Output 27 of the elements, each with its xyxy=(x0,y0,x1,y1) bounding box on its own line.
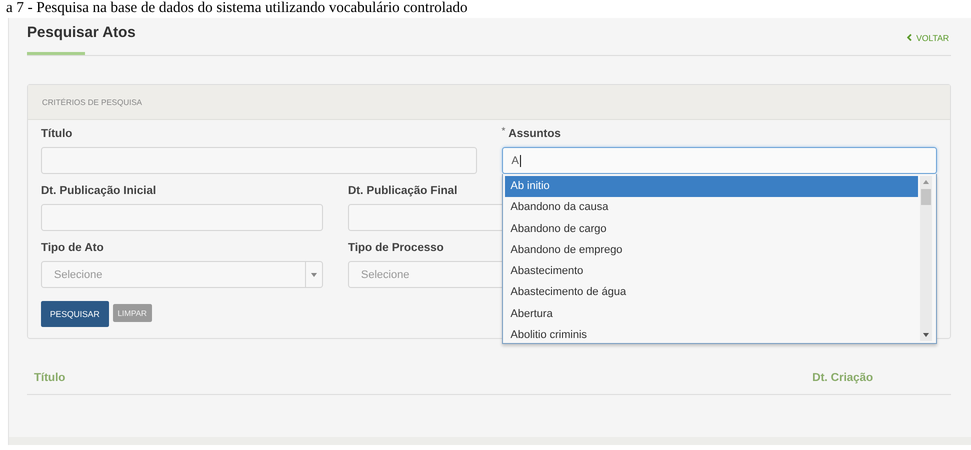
scroll-down-icon[interactable] xyxy=(923,333,929,337)
suggestion-item[interactable]: Abandono da causa xyxy=(504,197,918,219)
suggestion-item[interactable]: Abertura xyxy=(504,304,918,326)
field-label: Tipo de Ato xyxy=(41,241,104,255)
search-field[interactable]: A xyxy=(502,147,937,174)
figure-caption: a 7 - Pesquisa na base de dados do sistema utilizando vocabulário controlado xyxy=(5,0,469,16)
caret-down-icon xyxy=(311,272,317,276)
field-label: Tipo de Processo xyxy=(348,241,444,255)
suggestion-item[interactable]: Ab initio xyxy=(504,176,918,198)
suggestion-item[interactable]: Abandono de cargo xyxy=(504,218,918,240)
field-label: Título xyxy=(41,127,72,141)
required-mark: * xyxy=(502,127,506,137)
input-field[interactable] xyxy=(41,147,476,174)
chevron-left-icon xyxy=(907,34,912,41)
field-label: Assuntos xyxy=(508,127,561,141)
panel-heading: CRITÉRIOS DE PESQUISA xyxy=(42,98,142,106)
suggestion-item[interactable]: Abolitio criminis xyxy=(504,325,918,346)
field-label: Dt. Publicação Final xyxy=(348,184,458,198)
scroll-up-icon[interactable] xyxy=(923,180,929,184)
scrollbar[interactable] xyxy=(920,176,932,341)
page-title: Pesquisar Atos xyxy=(27,24,136,42)
field-label: Dt. Publicação Inicial xyxy=(41,184,156,198)
input-field[interactable] xyxy=(41,204,323,231)
scrollbar-thumb[interactable] xyxy=(921,189,931,205)
suggestion-item[interactable]: Abandono de emprego xyxy=(504,240,918,262)
title-underline xyxy=(27,52,85,55)
search-button[interactable]: PESQUISAR xyxy=(41,301,109,327)
